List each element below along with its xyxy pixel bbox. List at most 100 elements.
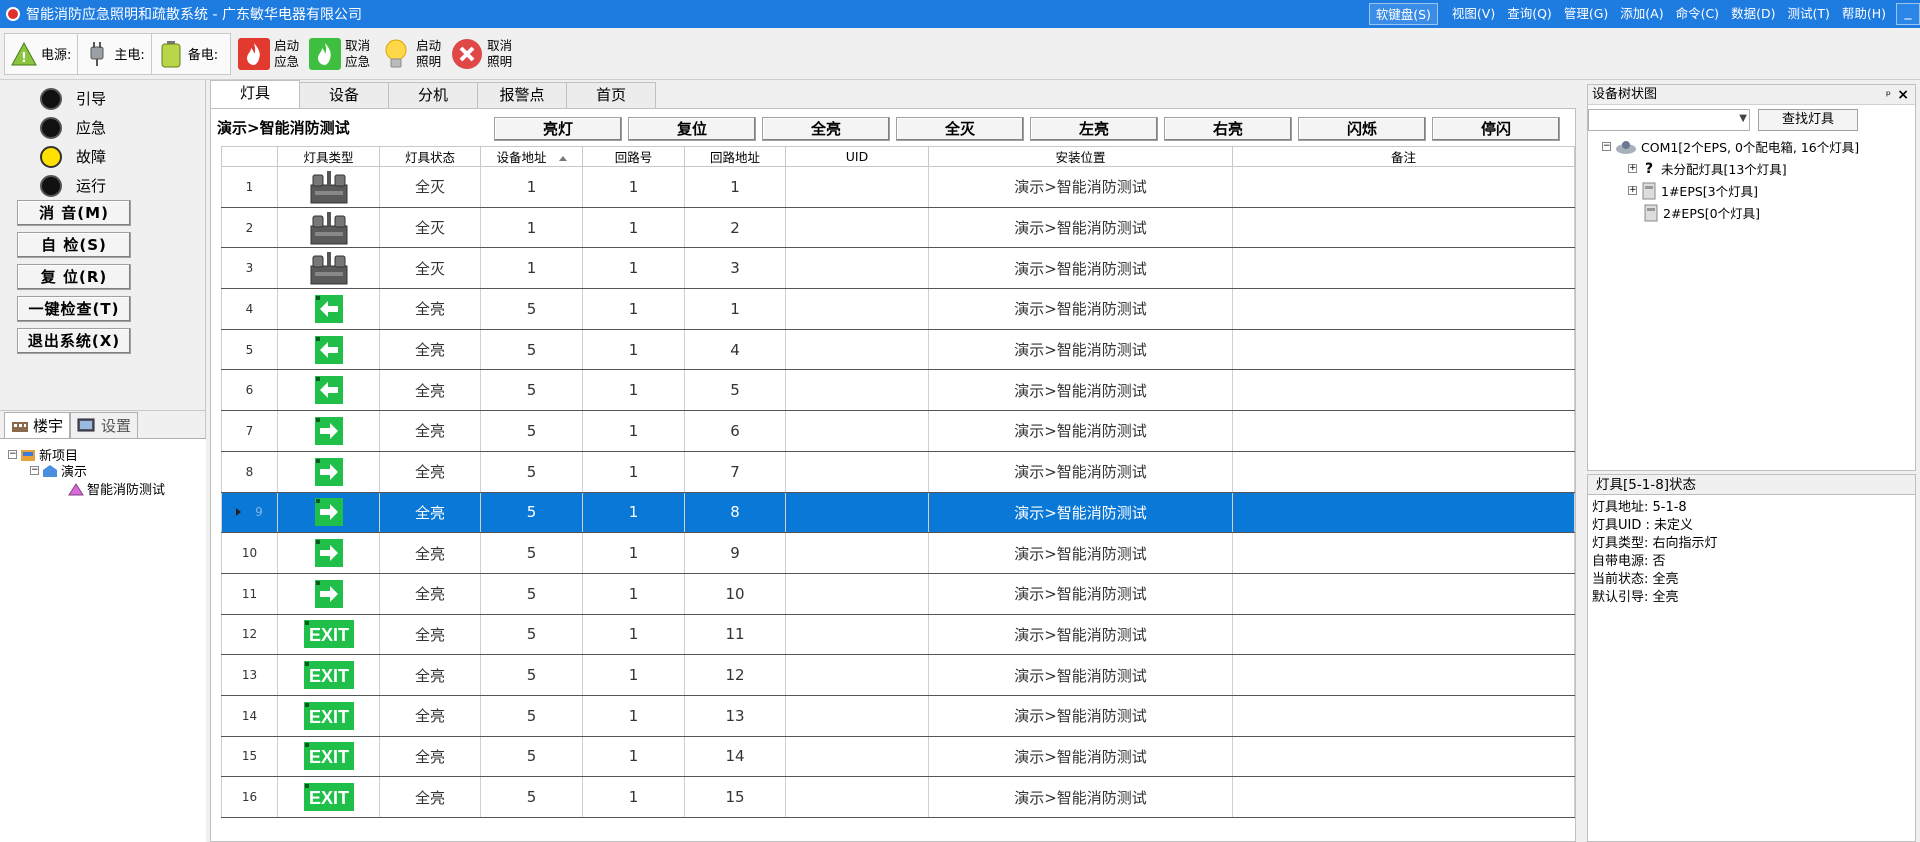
row-number-cell[interactable]: 9 (221, 491, 278, 534)
table-row[interactable]: 14 EXIT 全亮 5 1 13 演示>智能消防测试 (221, 694, 1575, 737)
lamp-type-cell[interactable] (277, 206, 380, 249)
table-row[interactable]: 10 全亮 5 1 9 演示>智能消防测试 (221, 532, 1575, 574)
uid-cell[interactable] (785, 450, 929, 493)
location-cell[interactable]: 演示>智能消防测试 (928, 735, 1233, 778)
stop-flash-button[interactable]: 停闪 (1432, 117, 1560, 141)
table-row[interactable]: 9 全亮 5 1 8 演示>智能消防测试 (221, 491, 1575, 534)
tab-lamps[interactable]: 灯具 (210, 80, 300, 108)
note-cell[interactable] (1232, 491, 1575, 534)
tree-node-eps2[interactable]: 2#EPS[0个灯具] (1643, 203, 1760, 222)
note-cell[interactable] (1232, 654, 1575, 696)
uid-cell[interactable] (785, 776, 929, 818)
note-cell[interactable] (1232, 166, 1575, 208)
note-cell[interactable] (1232, 410, 1575, 452)
start-emergency-button[interactable]: 启动应急 (237, 31, 302, 77)
exit-system-button[interactable]: 退出系统(X) (17, 328, 131, 354)
uid-cell[interactable] (785, 328, 929, 371)
loop-number-cell[interactable]: 1 (582, 735, 685, 778)
lamp-status-cell[interactable]: 全亮 (379, 491, 481, 534)
uid-cell[interactable] (785, 654, 929, 696)
uid-cell[interactable] (785, 694, 929, 737)
lamp-type-cell[interactable] (277, 410, 380, 452)
loop-address-cell[interactable]: 15 (684, 776, 786, 818)
lamp-status-cell[interactable]: 全亮 (379, 369, 481, 412)
header-loop-number[interactable]: 回路号 (582, 146, 685, 167)
lamp-type-cell[interactable] (277, 247, 380, 290)
row-number-cell[interactable]: 4 (221, 288, 278, 330)
loop-number-cell[interactable]: 1 (582, 288, 685, 330)
note-cell[interactable] (1232, 776, 1575, 818)
header-loop-address[interactable]: 回路地址 (684, 146, 786, 167)
lamp-search-combo[interactable]: ▼ (1588, 109, 1750, 131)
lamp-status-cell[interactable]: 全亮 (379, 613, 481, 656)
device-address-cell[interactable]: 5 (480, 491, 583, 534)
location-cell[interactable]: 演示>智能消防测试 (928, 450, 1233, 493)
uid-cell[interactable] (785, 613, 929, 656)
note-cell[interactable] (1232, 369, 1575, 412)
left-on-button[interactable]: 左亮 (1030, 117, 1158, 141)
row-number-cell[interactable]: 8 (221, 450, 278, 493)
device-address-cell[interactable]: 5 (480, 450, 583, 493)
row-number-cell[interactable]: 2 (221, 206, 278, 249)
location-cell[interactable]: 演示>智能消防测试 (928, 166, 1233, 208)
uid-cell[interactable] (785, 247, 929, 290)
loop-number-cell[interactable]: 1 (582, 450, 685, 493)
device-address-cell[interactable]: 5 (480, 328, 583, 371)
device-address-cell[interactable]: 1 (480, 206, 583, 249)
loop-address-cell[interactable]: 13 (684, 694, 786, 737)
uid-cell[interactable] (785, 166, 929, 208)
note-cell[interactable] (1232, 206, 1575, 249)
location-cell[interactable]: 演示>智能消防测试 (928, 247, 1233, 290)
location-cell[interactable]: 演示>智能消防测试 (928, 613, 1233, 656)
header-location[interactable]: 安装位置 (928, 146, 1233, 167)
loop-number-cell[interactable]: 1 (582, 369, 685, 412)
uid-cell[interactable] (785, 206, 929, 249)
table-row[interactable]: 15 EXIT 全亮 5 1 14 演示>智能消防测试 (221, 735, 1575, 778)
loop-address-cell[interactable]: 5 (684, 369, 786, 412)
location-cell[interactable]: 演示>智能消防测试 (928, 369, 1233, 412)
loop-number-cell[interactable]: 1 (582, 166, 685, 208)
loop-number-cell[interactable]: 1 (582, 613, 685, 656)
row-number-cell[interactable]: 10 (221, 532, 278, 574)
reset-button[interactable]: 复 位(R) (17, 264, 131, 290)
table-row[interactable]: 1 全灭 1 1 1 演示>智能消防测试 (221, 166, 1575, 208)
lamp-status-cell[interactable]: 全亮 (379, 288, 481, 330)
row-number-cell[interactable]: 13 (221, 654, 278, 696)
header-note[interactable]: 备注 (1232, 146, 1575, 167)
minimize-button[interactable]: _ (1896, 3, 1920, 25)
loop-address-cell[interactable]: 12 (684, 654, 786, 696)
header-lamp-status[interactable]: 灯具状态 (379, 146, 481, 167)
device-address-cell[interactable]: 5 (480, 613, 583, 656)
loop-address-cell[interactable]: 10 (684, 572, 786, 615)
lamp-type-cell[interactable] (277, 166, 380, 208)
loop-number-cell[interactable]: 1 (582, 654, 685, 696)
all-off-button[interactable]: 全灭 (896, 117, 1024, 141)
uid-cell[interactable] (785, 410, 929, 452)
start-lighting-button[interactable]: 启动照明 (379, 31, 444, 77)
loop-address-cell[interactable]: 6 (684, 410, 786, 452)
lamp-status-cell[interactable]: 全亮 (379, 776, 481, 818)
lamp-type-cell[interactable]: EXIT (277, 694, 380, 737)
lamp-status-cell[interactable]: 全灭 (379, 166, 481, 208)
location-cell[interactable]: 演示>智能消防测试 (928, 288, 1233, 330)
lamp-type-cell[interactable]: EXIT (277, 735, 380, 778)
device-address-cell[interactable]: 5 (480, 654, 583, 696)
table-row[interactable]: 6 全亮 5 1 5 演示>智能消防测试 (221, 369, 1575, 412)
note-cell[interactable] (1232, 450, 1575, 493)
loop-number-cell[interactable]: 1 (582, 776, 685, 818)
lamp-type-cell[interactable] (277, 328, 380, 371)
menu-command[interactable]: 命令(C) (1670, 3, 1725, 25)
tab-devices[interactable]: 设备 (299, 82, 389, 108)
device-address-cell[interactable]: 5 (480, 694, 583, 737)
table-row[interactable]: 3 全灭 1 1 3 演示>智能消防测试 (221, 247, 1575, 290)
device-address-cell[interactable]: 1 (480, 166, 583, 208)
loop-address-cell[interactable]: 9 (684, 532, 786, 574)
lamp-status-cell[interactable]: 全亮 (379, 654, 481, 696)
location-cell[interactable]: 演示>智能消防测试 (928, 532, 1233, 574)
loop-number-cell[interactable]: 1 (582, 247, 685, 290)
close-icon[interactable]: × (1897, 85, 1909, 105)
location-cell[interactable]: 演示>智能消防测试 (928, 328, 1233, 371)
loop-number-cell[interactable]: 1 (582, 410, 685, 452)
menu-help[interactable]: 帮助(H) (1836, 3, 1892, 25)
table-row[interactable]: 8 全亮 5 1 7 演示>智能消防测试 (221, 450, 1575, 493)
